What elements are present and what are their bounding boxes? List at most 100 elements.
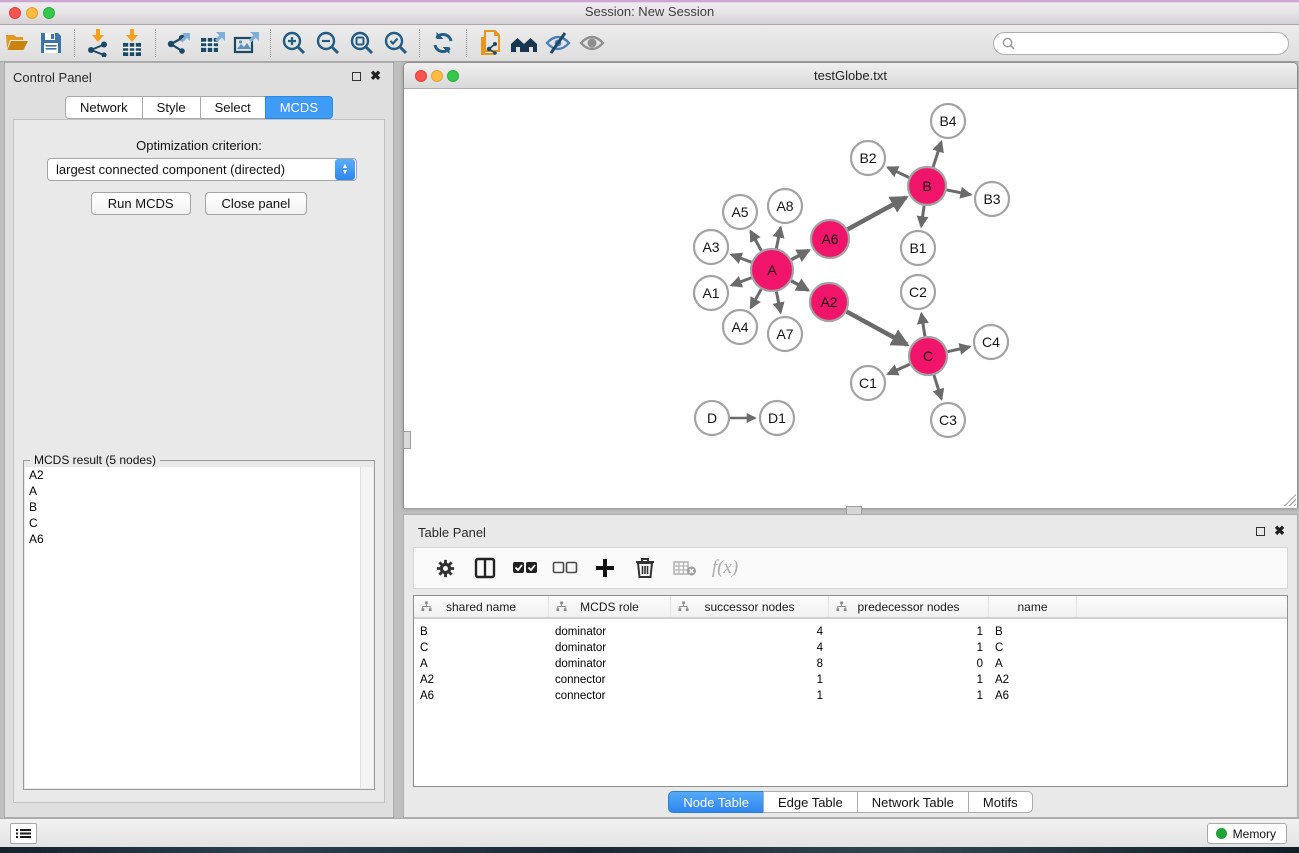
function-builder-icon[interactable]: f(x) xyxy=(710,553,740,583)
graph-edge-A-A6[interactable] xyxy=(791,250,808,259)
save-session-icon[interactable] xyxy=(34,27,68,59)
open-file-icon[interactable] xyxy=(0,27,34,59)
close-panel-button[interactable]: Close panel xyxy=(205,192,308,215)
refresh-layout-icon[interactable] xyxy=(426,27,460,59)
list-item[interactable]: C xyxy=(25,515,373,531)
graph-edge-C-C2[interactable] xyxy=(921,314,925,337)
export-image-icon[interactable] xyxy=(230,27,264,59)
graph-node-A4[interactable]: A4 xyxy=(723,310,757,344)
graph-edge-A-A3[interactable] xyxy=(732,255,752,262)
graph-node-A7[interactable]: A7 xyxy=(768,317,802,351)
add-column-icon[interactable] xyxy=(590,553,620,583)
first-neighbors-icon[interactable] xyxy=(507,27,541,59)
zoom-in-icon[interactable] xyxy=(277,27,311,59)
graph-edge-A-A1[interactable] xyxy=(732,278,752,285)
graph-node-C1[interactable]: C1 xyxy=(851,366,885,400)
import-table-icon[interactable] xyxy=(115,27,149,59)
network-window-titlebar[interactable]: testGlobe.txt xyxy=(404,63,1297,89)
search-input[interactable] xyxy=(1020,37,1280,51)
tab-edge-table[interactable]: Edge Table xyxy=(763,791,857,813)
graph-edge-C-C4[interactable] xyxy=(948,347,970,352)
graph-node-A5[interactable]: A5 xyxy=(723,195,757,229)
graph-node-A2[interactable]: A2 xyxy=(810,283,848,321)
graph-node-B2[interactable]: B2 xyxy=(851,141,885,175)
graph-edge-A2-C[interactable] xyxy=(847,312,907,345)
table-row[interactable]: Cdominator41C xyxy=(414,641,1287,657)
import-network-icon[interactable] xyxy=(81,27,115,59)
gear-icon[interactable] xyxy=(430,553,460,583)
float-table-panel-icon[interactable] xyxy=(1256,527,1265,536)
graph-edge-C-C1[interactable] xyxy=(888,364,910,374)
tab-network-table[interactable]: Network Table xyxy=(857,791,968,813)
search-field[interactable] xyxy=(993,32,1289,55)
list-item[interactable]: A2 xyxy=(25,467,373,483)
graph-edge-A-A8[interactable] xyxy=(776,228,780,249)
graph-node-C3[interactable]: C3 xyxy=(931,403,965,437)
panel-grip-handle[interactable] xyxy=(403,431,411,449)
zoom-fit-icon[interactable] xyxy=(345,27,379,59)
graph-node-B3[interactable]: B3 xyxy=(975,182,1009,216)
memory-button[interactable]: Memory xyxy=(1207,823,1287,844)
column-header-shared-name[interactable]: shared name xyxy=(414,596,549,617)
mcds-result-list[interactable]: A2ABCA6 xyxy=(25,467,373,788)
table-row[interactable]: Adominator80A xyxy=(414,657,1287,673)
show-all-icon[interactable] xyxy=(575,27,609,59)
export-network-icon[interactable] xyxy=(162,27,196,59)
tab-motifs[interactable]: Motifs xyxy=(968,791,1033,813)
graph-edge-C-C3[interactable] xyxy=(934,375,941,399)
float-panel-icon[interactable] xyxy=(352,72,361,81)
list-item[interactable]: A6 xyxy=(25,531,373,547)
network-graph[interactable]: B4B2BB3A5A8A6B1A3AC2A1A2A4A7C4CC1C3DD1 xyxy=(404,89,1297,508)
tab-node-table[interactable]: Node Table xyxy=(668,791,763,813)
deselect-all-rows-icon[interactable] xyxy=(550,553,580,583)
tab-network[interactable]: Network xyxy=(65,96,142,119)
graph-node-B4[interactable]: B4 xyxy=(931,104,965,138)
delete-column-icon[interactable] xyxy=(630,553,660,583)
table-row[interactable]: A6connector11A6 xyxy=(414,689,1287,705)
table-row[interactable]: A2connector11A2 xyxy=(414,673,1287,689)
graph-edge-B-B1[interactable] xyxy=(921,206,924,226)
graph-edge-A-A2[interactable] xyxy=(791,281,808,290)
graph-node-A[interactable]: A xyxy=(751,249,793,291)
split-columns-icon[interactable] xyxy=(470,553,500,583)
column-header-name[interactable]: name xyxy=(989,596,1077,617)
list-item[interactable]: A xyxy=(25,483,373,499)
zoom-out-icon[interactable] xyxy=(311,27,345,59)
export-table-icon[interactable] xyxy=(196,27,230,59)
criterion-select[interactable]: largest connected component (directed) ▲… xyxy=(47,158,357,181)
close-table-panel-icon[interactable]: ✖ xyxy=(1274,523,1285,539)
graph-node-B[interactable]: B xyxy=(908,167,946,205)
hide-selected-icon[interactable] xyxy=(541,27,575,59)
column-header-mcds-role[interactable]: MCDS role xyxy=(549,596,671,617)
graph-edge-A6-B[interactable] xyxy=(848,198,906,230)
zoom-selected-icon[interactable] xyxy=(379,27,413,59)
tab-select[interactable]: Select xyxy=(200,96,265,119)
close-panel-icon[interactable]: ✖ xyxy=(370,68,381,84)
graph-edge-A-A7[interactable] xyxy=(776,292,780,313)
graph-node-A6[interactable]: A6 xyxy=(811,220,849,258)
column-header-predecessor-nodes[interactable]: predecessor nodes xyxy=(829,596,989,617)
graph-edge-B-B3[interactable] xyxy=(947,190,971,195)
graph-edge-A-A4[interactable] xyxy=(751,289,761,308)
graph-node-C[interactable]: C xyxy=(909,337,947,375)
task-history-button[interactable] xyxy=(10,823,37,844)
tab-mcds[interactable]: MCDS xyxy=(265,96,333,119)
list-item[interactable]: B xyxy=(25,499,373,515)
graph-node-D[interactable]: D xyxy=(695,401,729,435)
graph-node-A1[interactable]: A1 xyxy=(694,276,728,310)
graph-node-A3[interactable]: A3 xyxy=(694,230,728,264)
new-network-from-selection-icon[interactable] xyxy=(473,27,507,59)
tab-style[interactable]: Style xyxy=(142,96,200,119)
table-row[interactable]: Bdominator41B xyxy=(414,625,1287,641)
graph-edge-B-B2[interactable] xyxy=(888,167,909,177)
graph-edge-B-B4[interactable] xyxy=(933,142,941,167)
window-resize-handle[interactable] xyxy=(1284,494,1296,506)
run-mcds-button[interactable]: Run MCDS xyxy=(91,192,191,215)
mcds-list-scrollbar[interactable] xyxy=(360,467,373,788)
graph-node-D1[interactable]: D1 xyxy=(760,401,794,435)
column-header-successor-nodes[interactable]: successor nodes xyxy=(671,596,829,617)
graph-edge-A-A5[interactable] xyxy=(751,231,762,250)
graph-node-B1[interactable]: B1 xyxy=(901,231,935,265)
select-all-rows-icon[interactable] xyxy=(510,553,540,583)
delete-table-icon[interactable] xyxy=(670,553,700,583)
